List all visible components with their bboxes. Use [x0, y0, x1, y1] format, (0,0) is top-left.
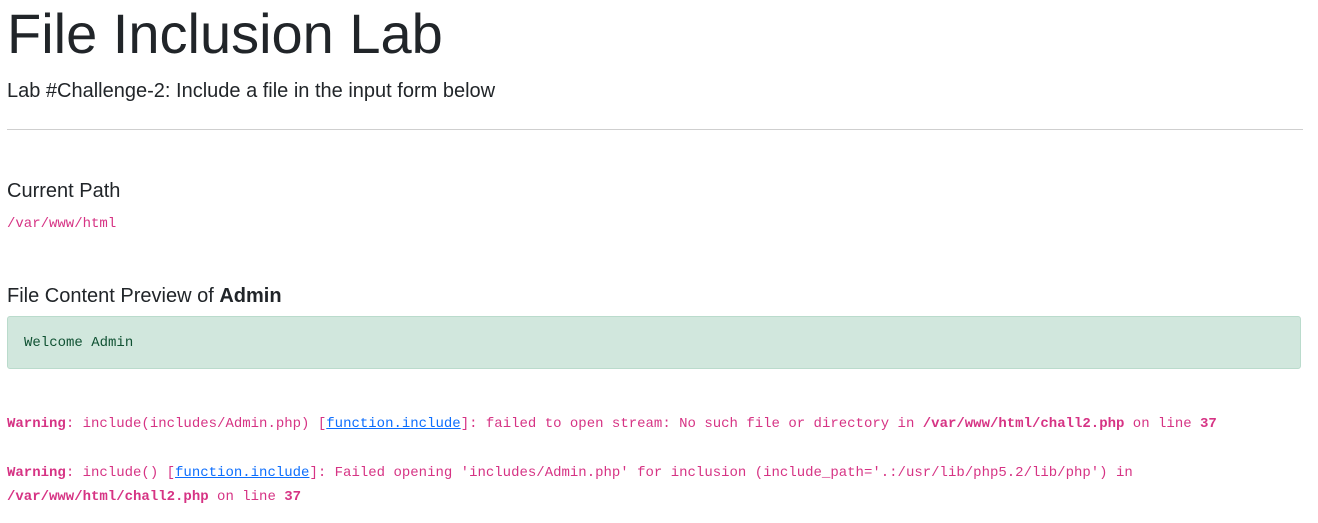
previewed-file-name: Admin [219, 285, 282, 307]
warning-line-number: 37 [284, 489, 302, 505]
warning-file-path: /var/www/html/chall2.php [922, 416, 1125, 432]
include-warning: Warning: include() [function.include]: F… [7, 461, 1237, 509]
warning-message-end: ]: Failed opening 'includes/Admin.php' f… [309, 465, 1133, 481]
file-content-preview-heading: File Content Preview of Admin [7, 283, 282, 309]
function-include-link[interactable]: function.include [326, 416, 460, 432]
page-title: File Inclusion Lab [7, 2, 443, 65]
file-content-preview: Welcome Admin [7, 316, 1301, 369]
warning-message-start: : include(includes/Admin.php) [ [65, 416, 327, 432]
file-content-text: Welcome Admin [24, 335, 134, 351]
current-path-value: /var/www/html [7, 216, 117, 232]
warning-file-path: /var/www/html/chall2.php [7, 489, 209, 505]
section-divider [7, 129, 1303, 130]
include-warning: Warning: include(includes/Admin.php) [fu… [7, 412, 1303, 436]
preview-heading-prefix: File Content Preview of [7, 285, 220, 307]
warning-label: Warning [7, 416, 66, 432]
lab-description: Lab #Challenge-2: Include a file in the … [7, 80, 496, 102]
warning-label: Warning [7, 465, 66, 481]
warning-message-end: ]: failed to open stream: No such file o… [460, 416, 923, 432]
warning-line-label: on line [1124, 416, 1201, 432]
function-include-link[interactable]: function.include [175, 465, 309, 481]
warning-message-start: : include() [ [65, 465, 176, 481]
current-path-heading: Current Path [7, 180, 121, 202]
warning-line-number: 37 [1200, 416, 1217, 432]
warning-line-label: on line [208, 489, 285, 505]
